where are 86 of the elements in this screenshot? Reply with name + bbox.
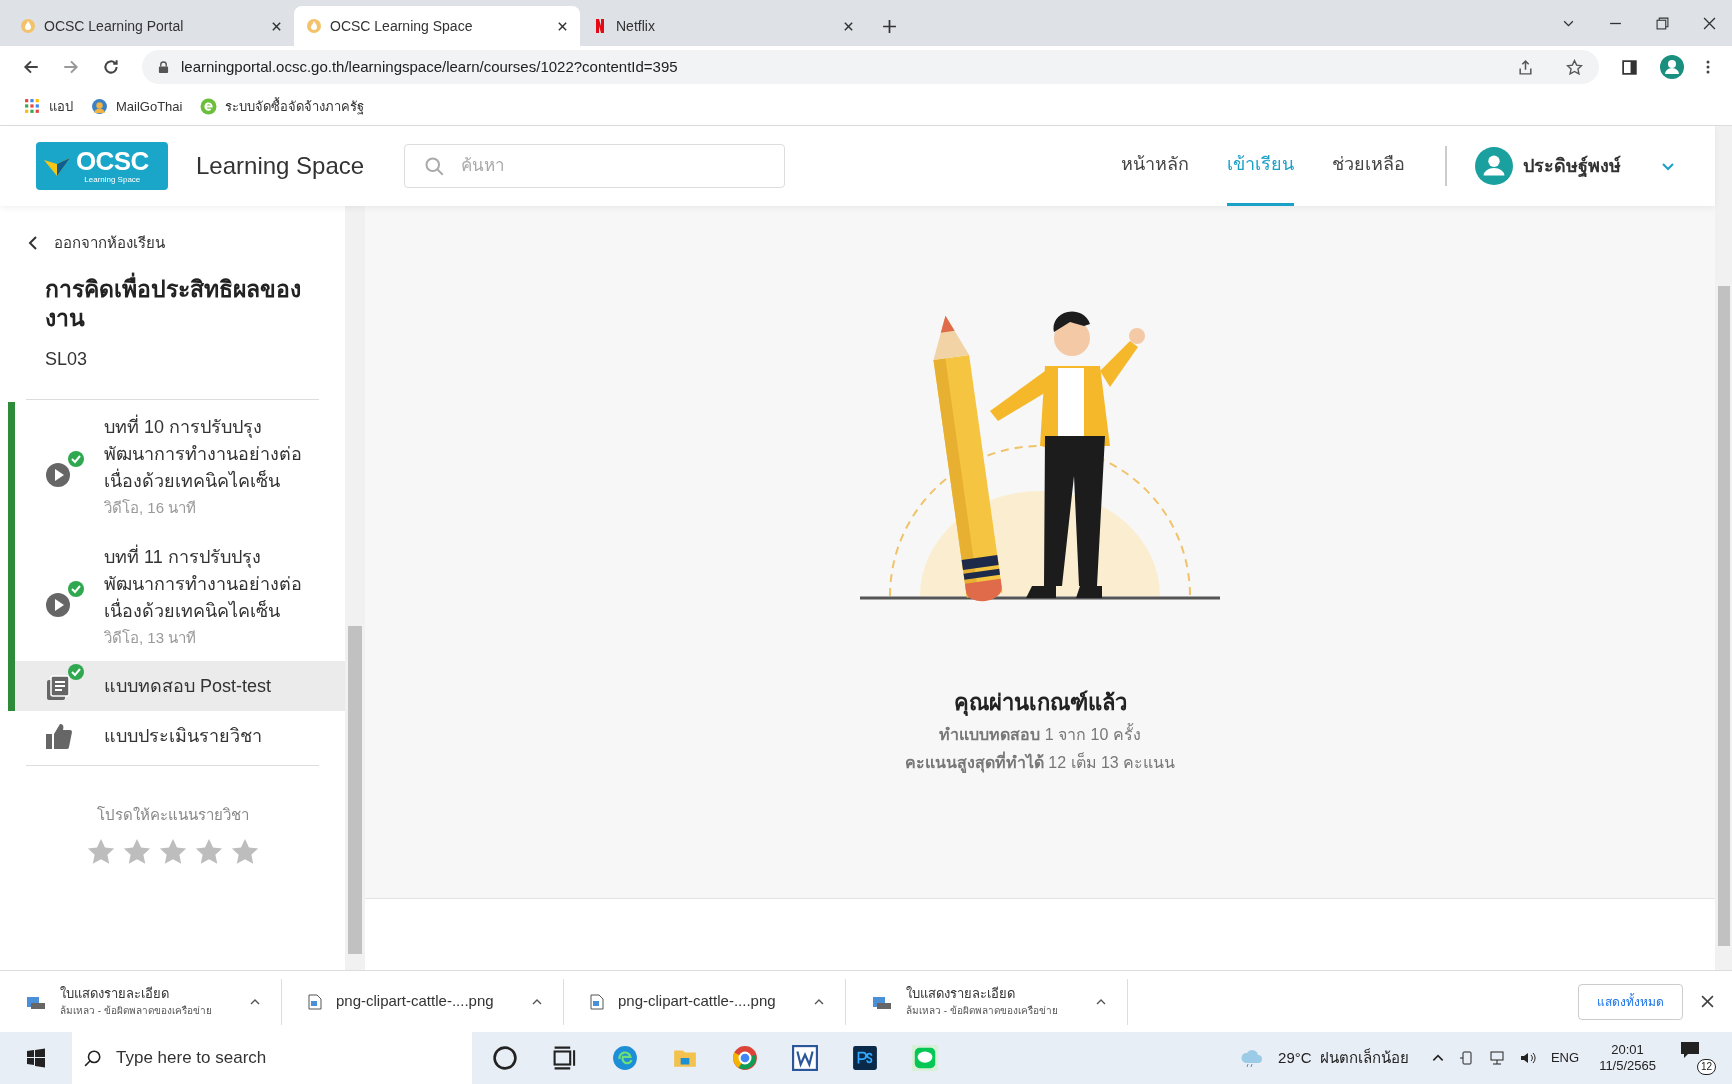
result-detail: คะแนนสูงสุดที่ทำได้ 12 เต็ม 13 คะแนน [904,751,1176,775]
close-icon[interactable] [1703,16,1716,30]
logo-subtitle: Learning Space [84,176,141,184]
scrollbar-thumb[interactable] [1717,286,1730,946]
lesson-title: บทที่ 10 การปรับปรุงพัฒนาการทำงานอย่างต่อเนื่องด้วยเทคนิคไคเซ็น [104,414,325,496]
rating-prompt: โปรดให้คะแนนรายวิชา [95,805,250,826]
device-icon[interactable] [1458,1050,1475,1066]
file-icon [590,993,604,1010]
restore-icon[interactable] [1656,16,1669,30]
search-icon [84,1049,102,1067]
back-arrow-icon[interactable] [22,58,40,76]
more-icon[interactable] [1706,59,1710,75]
check-icon [68,451,84,468]
chat-icon [1680,1041,1700,1059]
lesson-item[interactable]: แบบทดสอบ Post-test [8,661,345,712]
lock-icon [158,60,169,74]
nav-link[interactable]: หน้าหลัก [1121,126,1189,206]
lesson-title: แบบประเมินรายวิชา [104,724,262,748]
star-icon[interactable] [1566,58,1583,76]
file-icon [308,993,322,1010]
result-detail: ทำแบบทดสอบ 1 จาก 10 ครั้ง [939,723,1141,747]
lesson-title: บทที่ 11 การปรับปรุงพัฒนาการทำงานอย่างต่อเนื่องด้วยเทคนิคไคเซ็น [104,543,303,623]
download-item[interactable]: ใบแสดงรายละเอียด ล้มเหลว - ข้อผิดพลาดของเครือข่าย [0,978,282,1025]
scrollbar-thumb[interactable] [348,626,362,954]
download-name: png-clipart-cattle-....png [336,992,495,1011]
chevron-left-icon [28,235,38,252]
result-heading: คุณผ่านเกณฑ์แล้ว [953,689,1127,718]
side-panel-icon[interactable] [1621,58,1638,76]
course-code: SL03 [45,348,89,372]
windows-start-icon[interactable] [26,1048,46,1068]
close-icon[interactable] [1701,995,1714,1008]
nav-link[interactable]: ช่วยเหลือ [1332,126,1405,206]
check-icon [68,664,84,681]
close-icon[interactable] [843,20,854,32]
browser-swirl-icon[interactable] [612,1045,638,1071]
letter-e-icon [200,98,218,115]
close-icon[interactable] [271,20,282,32]
bookmark-link[interactable]: แอป [24,96,73,117]
site-title: Learning Space [196,151,365,181]
lesson-meta: วิดีโอ, 16 นาที [104,498,198,519]
letter-w-icon[interactable] [792,1045,818,1071]
user-menu[interactable]: ประดิษฐ์พงษ์ [1475,147,1675,185]
profile-avatar-icon[interactable] [1660,55,1684,79]
speaker-icon[interactable] [1518,1050,1537,1066]
download-item[interactable]: png-clipart-cattle-....png [564,978,846,1025]
download-status: ล้มเหลว - ข้อผิดพลาดของเครือข่าย [60,1004,213,1018]
weather-text[interactable]: 29°C ฝนตกเล็กน้อย [1278,1046,1409,1070]
download-name: ใบแสดงรายละเอียด [60,985,170,1002]
lesson-title: แบบทดสอบ Post-test [104,674,272,698]
browser-tab[interactable]: OCSC Learning Space [294,6,580,46]
photo-editor-icon[interactable] [852,1045,878,1071]
network-icon[interactable] [1488,1050,1505,1066]
show-all-button[interactable]: แสดงทั้งหมด [1578,983,1683,1020]
mascot-icon [91,98,108,115]
flame-icon [306,18,322,34]
taskbar-clock[interactable]: 20:01 11/5/2565 [1599,1041,1656,1075]
share-icon[interactable] [1517,58,1534,76]
download-item[interactable]: png-clipart-cattle-....png [282,978,564,1025]
notification-center[interactable]: 12 [1680,1041,1716,1075]
logo-text: OCSC [76,148,149,174]
address-bar[interactable]: learningportal.ocsc.go.th/learningspace/learn/courses/1022?contentId=395 [142,50,1599,84]
taskbar-search-field[interactable]: Type here to search [72,1032,472,1084]
bookmark-link[interactable]: ระบบจัดซื้อจัดจ้างภาครัฐ [200,96,365,117]
download-name: ใบแสดงรายละเอียด [906,985,1016,1002]
task-view-icon[interactable] [552,1045,578,1071]
lesson-meta: วิดีโอ, 13 นาที [104,627,198,648]
download-item[interactable]: ใบแสดงรายละเอียด ล้มเหลว - ข้อผิดพลาดของเครือข่าย [846,978,1128,1025]
user-avatar-icon [1475,147,1513,185]
cortana-circle-icon[interactable] [492,1045,518,1071]
language-indicator[interactable]: ENG [1550,1048,1580,1068]
close-icon[interactable] [557,20,568,32]
download-status: ล้มเหลว - ข้อผิดพลาดของเครือข่าย [906,1004,1059,1018]
forward-arrow-icon[interactable] [62,58,80,76]
flame-icon [20,18,36,34]
plus-icon[interactable] [882,19,897,34]
reload-icon[interactable] [102,58,120,76]
chrome-circle-icon[interactable] [732,1045,758,1071]
bookmark-link[interactable]: MailGoThai [91,96,183,117]
search-icon [424,156,445,176]
download-name: png-clipart-cattle-....png [618,992,777,1011]
search-field[interactable]: ค้นหา [404,144,786,188]
course-title: การคิดเพื่อประสิทธิผลของงาน [45,274,305,335]
check-icon [68,580,84,597]
apps-grid-icon [24,98,41,115]
notification-count: 12 [1696,1059,1716,1075]
leave-classroom-link[interactable]: ออกจากห้องเรียน [28,232,345,255]
